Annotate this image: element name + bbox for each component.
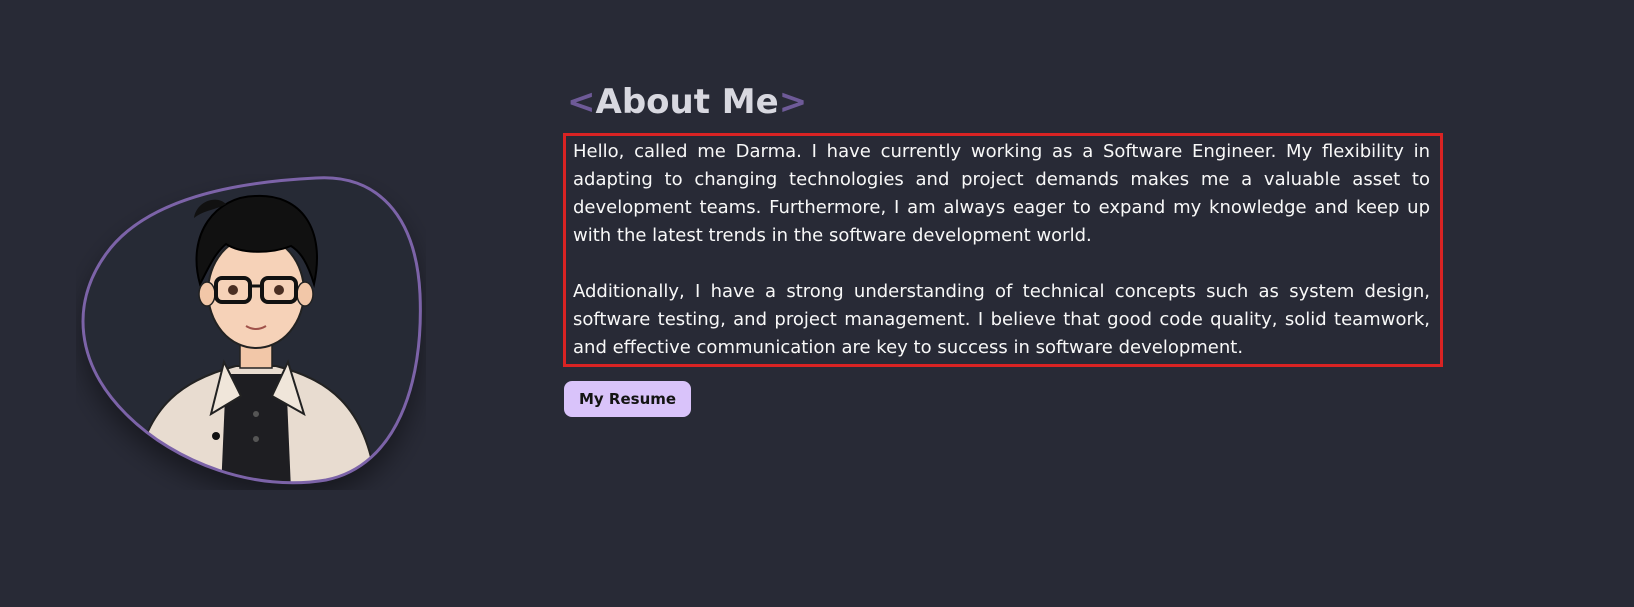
about-paragraph-2: Additionally, I have a strong understand… <box>573 281 1430 358</box>
avatar-blob <box>76 174 426 490</box>
title-text: About Me <box>595 82 779 122</box>
bracket-close: > <box>778 82 808 122</box>
page-title: <About Me> <box>563 78 1443 126</box>
about-paragraph-1: Hello, called me Darma. I have currently… <box>573 141 1430 246</box>
about-description: Hello, called me Darma. I have currently… <box>563 133 1443 367</box>
avatar-icon <box>81 176 422 485</box>
bracket-open: < <box>567 82 596 122</box>
resume-button[interactable]: My Resume <box>564 381 692 417</box>
about-section: <About Me> Hello, called me Darma. I hav… <box>0 0 1634 607</box>
about-content: <About Me> Hello, called me Darma. I hav… <box>563 78 1443 417</box>
